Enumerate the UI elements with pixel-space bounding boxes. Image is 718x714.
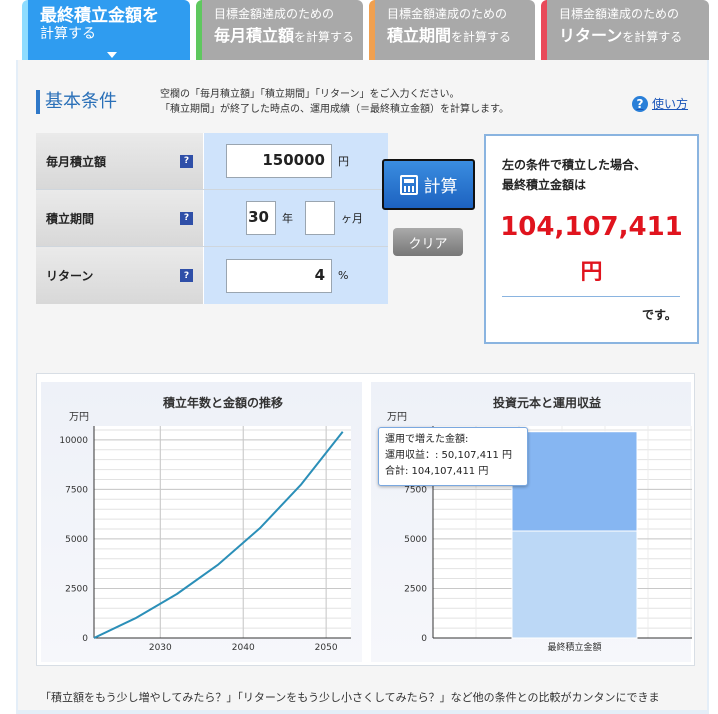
howto-link[interactable]: ? 使い方 [632, 95, 688, 112]
tab-period[interactable]: 目標金額達成のための 積立期間を計算する [369, 0, 535, 60]
monthly-amount-value-cell: 150000 円 [204, 133, 388, 189]
return-label: リターン [46, 269, 94, 283]
x-tick-label: 2050 [315, 643, 338, 653]
monthly-amount-input[interactable]: 150000 [226, 144, 332, 178]
calculator-icon [399, 174, 418, 195]
clear-button[interactable]: クリア [393, 228, 463, 256]
charts-area: 積立年数と金額の推移 投資元本と運用収益 万円 万円 2030 2040 2050 0… [36, 373, 695, 666]
x-tick-label: 2040 [232, 643, 255, 653]
result-line1: 左の条件で積立した場合、 [502, 158, 647, 172]
period-value-cell: 30 年 ヶ月 [204, 190, 388, 246]
help-icon[interactable]: ? [180, 269, 193, 282]
tab-return-small: 目標金額達成のための [559, 7, 680, 21]
tab-monthly-amount[interactable]: 目標金額達成のための 毎月積立額を計算する [196, 0, 363, 60]
line-plot-area [94, 426, 351, 638]
tab-monthly-big: 毎月積立額 [214, 26, 295, 45]
return-row: リターン ? 4 % [36, 247, 388, 304]
tab-return-big: リターン [559, 26, 623, 45]
tab-return-suffix: を計算する [622, 30, 683, 44]
result-divider [502, 296, 680, 297]
section-description-line1: 空欄の「毎月積立額」「積立期間」「リターン」をご入力ください。 [160, 89, 460, 100]
tab-period-big: 積立期間 [387, 26, 452, 45]
bar-segment [511, 431, 638, 532]
return-unit: % [338, 269, 349, 282]
period-years-input[interactable]: 30 [246, 201, 276, 235]
tab-final-amount-title: 最終積立金額を [40, 6, 159, 26]
calculate-button[interactable]: 計算 [382, 159, 475, 210]
period-row: 積立期間 ? 30 年 ヶ月 [36, 190, 388, 247]
bar-chart: 0 2500 5000 7500 最終積立金額 [404, 426, 692, 653]
result-box: 左の条件で積立した場合、 最終積立金額は 104,107,411 円 です。 [484, 134, 699, 344]
section-marker [36, 90, 40, 114]
tooltip-profit: 運用収益：: 50,107,411 円 [385, 450, 512, 461]
tab-final-amount-subtitle: 計算する [40, 26, 96, 42]
footer-note: 「積立額をもう少し増やしてみたら？」「リターンをもう少し小さくしてみたら？」など… [40, 691, 660, 704]
tooltip-title: 運用で増えた金額: [385, 434, 469, 445]
y-tick-label: 5000 [404, 535, 427, 545]
section-description-line2: 「積立期間」が終了した時点の、運用成績（＝最終積立金額）を計算します。 [160, 104, 509, 115]
y-tick-label: 2500 [404, 584, 427, 594]
period-years-unit: 年 [282, 212, 293, 225]
return-input[interactable]: 4 [226, 258, 332, 293]
monthly-amount-label-cell: 毎月積立額 ? [36, 133, 204, 189]
y-tick-label: 5000 [65, 535, 88, 545]
bar-segment [511, 530, 638, 639]
y-tick-label: 10000 [59, 436, 88, 446]
howto-label: 使い方 [652, 97, 689, 111]
active-tab-arrow-icon [107, 52, 117, 58]
period-months-unit: ヶ月 [341, 212, 363, 225]
y-tick-label: 2500 [65, 584, 88, 594]
monthly-amount-unit: 円 [338, 155, 349, 168]
chart-tooltip: 運用で増えた金額: 運用収益：: 50,107,411 円 合計: 104,10… [378, 427, 528, 486]
help-circle-icon: ? [632, 95, 648, 112]
y-tick-label: 0 [421, 634, 427, 644]
result-line2: 最終積立金額は [502, 178, 587, 192]
x-tick-label: 2030 [149, 643, 172, 653]
return-value-cell: 4 % [204, 247, 388, 304]
help-icon[interactable]: ? [180, 211, 193, 225]
tab-final-amount[interactable]: 最終積立金額を 計算する [22, 0, 190, 62]
section-description: 空欄の「毎月積立額」「積立期間」「リターン」をご入力ください。 「積立期間」が終… [160, 87, 509, 117]
x-category-label: 最終積立金額 [547, 641, 601, 653]
monthly-amount-label: 毎月積立額 [46, 154, 107, 169]
tab-monthly-suffix: を計算する [294, 30, 355, 44]
calculate-label: 計算 [423, 177, 458, 197]
return-label-cell: リターン ? [36, 247, 204, 304]
y-tick-label: 0 [82, 634, 88, 644]
period-label: 積立期間 [46, 211, 95, 226]
monthly-amount-row: 毎月積立額 ? 150000 円 [36, 133, 388, 190]
main-panel: 基本条件 空欄の「毎月積立額」「積立期間」「リターン」をご入力ください。 「積立… [16, 60, 709, 714]
tab-period-small: 目標金額達成のための [387, 7, 508, 21]
input-form: 毎月積立額 ? 150000 円 積立期間 ? 30 年 ヶ月 リターン ? 4… [36, 133, 388, 304]
y-tick-label: 7500 [65, 485, 88, 495]
result-unit: 円 [580, 260, 603, 285]
period-label-cell: 積立期間 ? [36, 190, 204, 246]
calculator-area: 基本条件 空欄の「毎月積立額」「積立期間」「リターン」をご入力ください。 「積立… [18, 60, 707, 710]
tab-period-suffix: を計算する [451, 30, 512, 44]
period-months-input[interactable] [305, 201, 335, 235]
result-suffix: です。 [642, 308, 677, 322]
line-chart: 2030 2040 2050 0 2500 5000 7500 10000 [59, 426, 351, 653]
tab-monthly-small: 目標金額達成のための [214, 7, 335, 21]
tooltip-total: 合計: 104,107,411 円 [385, 466, 489, 477]
result-amount: 104,107,411 [500, 212, 683, 242]
tab-return[interactable]: 目標金額達成のための リターンを計算する [541, 0, 709, 60]
section-title: 基本条件 [45, 91, 117, 112]
help-icon[interactable]: ? [180, 154, 193, 168]
y-tick-label: 7500 [404, 485, 427, 495]
